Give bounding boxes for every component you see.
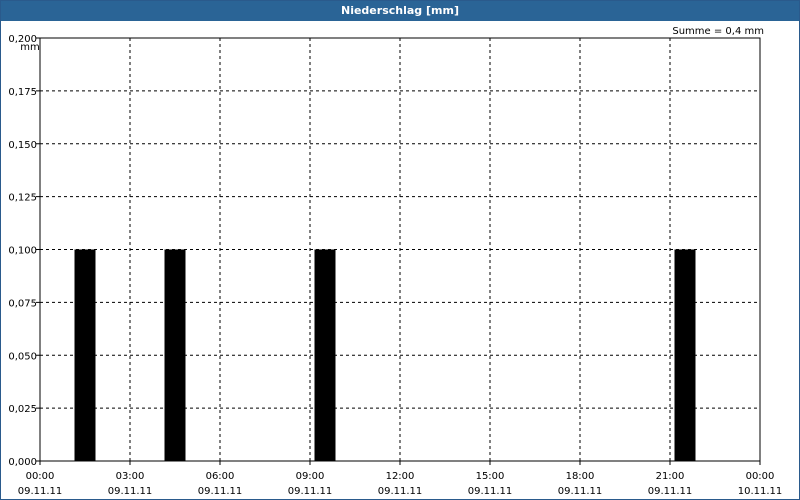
y-axis-unit: mm <box>20 42 39 53</box>
precip-bar <box>674 249 696 461</box>
x-tick-label-date: 09.11.11 <box>558 486 603 497</box>
x-tick-label-time: 03:00 <box>116 471 145 482</box>
y-tick-label: 0,025 <box>8 404 37 415</box>
x-tick-label-date: 10.11.11 <box>738 486 783 497</box>
x-tick-label-time: 12:00 <box>386 471 415 482</box>
y-tick-labels: 0,000 0,025 0,050 0,075 0,100 0,125 0,150 0,175… <box>8 34 37 468</box>
grid-lines <box>40 37 760 461</box>
x-tick-labels: 00:00 09.11.11 03:00 09.11.11 06:00 09.11.11 0… <box>18 471 783 497</box>
axes <box>36 37 761 465</box>
x-tick-label-time: 21:00 <box>656 471 685 482</box>
x-tick-label-date: 09.11.11 <box>648 486 693 497</box>
precip-bar <box>164 249 186 461</box>
x-tick-label-time: 18:00 <box>566 471 595 482</box>
y-tick-label: 0,175 <box>8 87 37 98</box>
x-tick-label-date: 09.11.11 <box>288 486 333 497</box>
x-tick-label-date: 09.11.11 <box>108 486 153 497</box>
x-tick-label-time: 15:00 <box>476 471 505 482</box>
x-tick-label-date: 09.11.11 <box>378 486 423 497</box>
x-tick-label-date: 09.11.11 <box>198 486 243 497</box>
precip-bar <box>74 249 96 461</box>
x-tick-label-time: 06:00 <box>206 471 235 482</box>
precip-bar <box>314 249 336 461</box>
x-tick-label-time: 00:00 <box>746 471 775 482</box>
x-tick-label-date: 09.11.11 <box>468 486 513 497</box>
x-tick-label-time: 09:00 <box>296 471 325 482</box>
y-tick-label: 0,125 <box>8 193 37 204</box>
y-tick-label: 0,075 <box>8 298 37 309</box>
x-tick-label-time: 00:00 <box>26 471 55 482</box>
y-tick-label: 0,000 <box>8 457 37 468</box>
y-tick-label: 0,100 <box>8 246 37 257</box>
x-tick-label-date: 09.11.11 <box>18 486 63 497</box>
precipitation-chart: 0,000 0,025 0,050 0,075 0,100 0,125 0,150 0,175… <box>8 34 783 497</box>
y-tick-label: 0,150 <box>8 140 37 151</box>
y-tick-label: 0,050 <box>8 351 37 362</box>
